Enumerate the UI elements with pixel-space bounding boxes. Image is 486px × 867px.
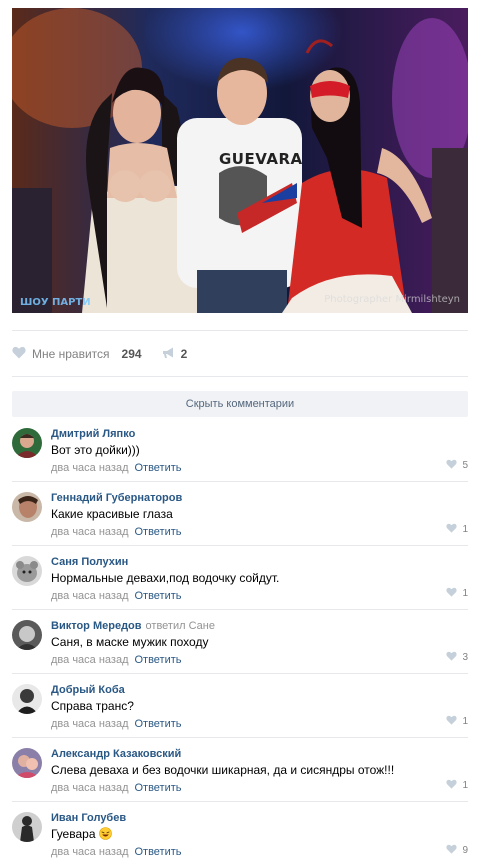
comment-like-button[interactable]: 1 xyxy=(446,523,468,536)
heart-icon xyxy=(446,459,458,472)
comment-author[interactable]: Добрый Коба xyxy=(51,684,125,696)
comment-item: Иван Голубев Гуевара два часа назад Ответ… xyxy=(12,802,468,866)
comment-like-button[interactable]: 9 xyxy=(446,844,468,857)
laughing-emoji-icon xyxy=(99,827,112,840)
comment-time[interactable]: два часа назад xyxy=(51,846,128,858)
comment-like-count: 9 xyxy=(462,845,468,856)
heart-icon xyxy=(446,587,458,600)
avatar[interactable] xyxy=(12,556,42,586)
reply-button[interactable]: Ответить xyxy=(134,462,181,474)
comment-item: Виктор Мередов ответил Сане Саня, в маске… xyxy=(12,610,468,674)
comment-text: Гуевара xyxy=(51,827,96,841)
like-label: Мне нравится xyxy=(32,347,110,361)
comment-time[interactable]: два часа назад xyxy=(51,782,128,794)
comment-like-count: 1 xyxy=(462,524,468,535)
comment-like-count: 1 xyxy=(462,588,468,599)
watermark-logo: ШОУ ПАРТИ xyxy=(20,297,91,308)
comment-text: Слева деваха и без водочки шикарная, да … xyxy=(51,763,395,777)
comment-like-button[interactable]: 1 xyxy=(446,587,468,600)
comment-like-button[interactable]: 1 xyxy=(446,779,468,792)
comment-time[interactable]: два часа назад xyxy=(51,718,128,730)
reply-button[interactable]: Ответить xyxy=(134,654,181,666)
comment-like-button[interactable]: 3 xyxy=(446,651,468,664)
comment-like-button[interactable]: 1 xyxy=(446,715,468,728)
reply-button[interactable]: Ответить xyxy=(134,526,181,538)
comment-item: Геннадий Губернаторов Какие красивые гла… xyxy=(12,482,468,546)
photographer-credit: Photographer Mirmilshteyn xyxy=(324,294,460,305)
divider xyxy=(12,330,468,331)
avatar[interactable] xyxy=(12,428,42,458)
shirt-print-text: GUEVARA xyxy=(219,150,303,168)
comments-list: Дмитрий Ляпко Вот это дойки))) два часа … xyxy=(12,418,468,866)
repost-count: 2 xyxy=(180,347,188,361)
like-button[interactable]: Мне нравится 294 xyxy=(12,346,142,362)
comment-item: Саня Полухин Нормальные девахи,под водоч… xyxy=(12,546,468,610)
comment-author[interactable]: Геннадий Губернаторов xyxy=(51,492,182,504)
comment-time[interactable]: два часа назад xyxy=(51,526,128,538)
comment-author[interactable]: Иван Голубев xyxy=(51,812,126,824)
comment-item: Дмитрий Ляпко Вот это дойки))) два часа … xyxy=(12,418,468,482)
reply-button[interactable]: Ответить xyxy=(134,590,181,602)
megaphone-icon xyxy=(162,347,176,362)
comment-text: Саня, в маске мужик походу xyxy=(51,635,209,649)
reply-button[interactable]: Ответить xyxy=(134,718,181,730)
comment-text: Какие красивые глаза xyxy=(51,507,173,521)
like-count: 294 xyxy=(121,347,142,361)
comment-author[interactable]: Виктор Мередов xyxy=(51,620,142,632)
hide-comments-button[interactable]: Скрыть комментарии xyxy=(12,391,468,417)
heart-icon xyxy=(446,715,458,728)
avatar[interactable] xyxy=(12,684,42,714)
comment-time[interactable]: два часа назад xyxy=(51,590,128,602)
comment-text: Вот это дойки))) xyxy=(51,443,140,457)
comment-time[interactable]: два часа назад xyxy=(51,462,128,474)
comment-like-count: 1 xyxy=(462,716,468,727)
comment-text: Нормальные девахи,под водочку сойдут. xyxy=(51,571,280,585)
heart-icon xyxy=(446,779,458,792)
divider xyxy=(12,376,468,377)
avatar[interactable] xyxy=(12,492,42,522)
comment-item: Добрый Коба Справа транс? два часа назад… xyxy=(12,674,468,738)
comment-like-count: 1 xyxy=(462,780,468,791)
heart-icon xyxy=(12,346,26,362)
reply-to-label[interactable]: ответил Сане xyxy=(146,620,215,632)
avatar[interactable] xyxy=(12,748,42,778)
avatar[interactable] xyxy=(12,620,42,650)
reply-button[interactable]: Ответить xyxy=(134,846,181,858)
post-actions: Мне нравится 294 2 xyxy=(12,340,468,368)
comment-text: Справа транс? xyxy=(51,699,134,713)
heart-icon xyxy=(446,844,458,857)
comment-like-button[interactable]: 5 xyxy=(446,459,468,472)
reply-button[interactable]: Ответить xyxy=(134,782,181,794)
repost-button[interactable]: 2 xyxy=(162,347,188,362)
post-photo[interactable]: GUEVARA ШОУ ПАРТИ Photographer Mirmilsht… xyxy=(12,8,468,313)
comment-item: Александр Казаковский Слева деваха и без… xyxy=(12,738,468,802)
comment-like-count: 3 xyxy=(462,652,468,663)
comment-author[interactable]: Дмитрий Ляпко xyxy=(51,428,135,440)
comment-author[interactable]: Александр Казаковский xyxy=(51,748,181,760)
comment-like-count: 5 xyxy=(462,460,468,471)
avatar[interactable] xyxy=(12,812,42,842)
heart-icon xyxy=(446,523,458,536)
comment-author[interactable]: Саня Полухин xyxy=(51,556,128,568)
comment-time[interactable]: два часа назад xyxy=(51,654,128,666)
heart-icon xyxy=(446,651,458,664)
